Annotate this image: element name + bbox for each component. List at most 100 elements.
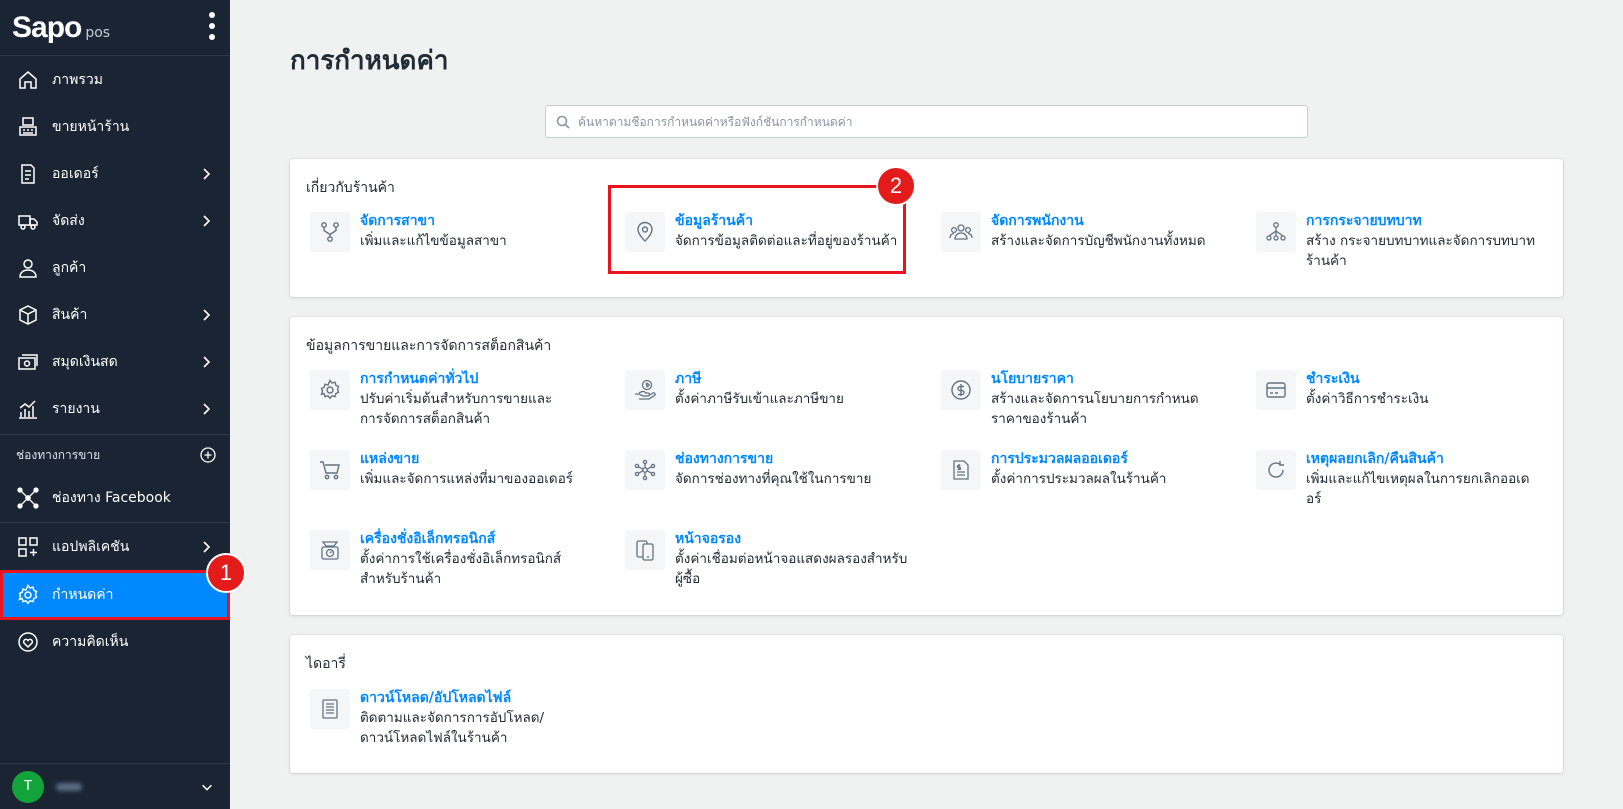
sidebar-item-overview[interactable]: ภาพรวม (0, 57, 230, 103)
cashbook-icon (16, 350, 40, 374)
sidebar-item-apps[interactable]: แอปพลิเคชัน (0, 524, 230, 570)
tile-desc: ตั้งค่าเชื่อมต่อหน้าจอแสดงผลรองสำหรับผู้… (675, 551, 908, 587)
file-list-icon (310, 689, 350, 729)
sidebar-item-feedback[interactable]: ความคิดเห็น (0, 619, 230, 665)
role-hierarchy-icon (1256, 212, 1296, 252)
sidebar-item-cashbook[interactable]: สมุดเงินสด (0, 339, 230, 385)
tile-desc: สร้างและจัดการบัญชีพนักงานทั้งหมด (991, 233, 1206, 249)
gear-icon (310, 370, 350, 410)
card-title: ข้อมูลการขายและการจัดการสต็อกสินค้า (306, 338, 552, 354)
tile-desc: สร้างและจัดการนโยบายการกำหนดราคาของร้านค… (991, 391, 1199, 427)
username-blurred (56, 782, 82, 791)
tile-title[interactable]: จัดการพนักงาน (991, 210, 1084, 232)
tile-desc: ปรับค่าเริ่มต้นสำหรับการขายและการจัดการส… (360, 391, 553, 427)
chevron-right-icon (203, 215, 211, 227)
branch-icon (310, 212, 350, 252)
feedback-heart-icon (16, 630, 40, 654)
cart-icon (310, 450, 350, 490)
card-title: เกี่ยวกับร้านค้า (306, 180, 395, 196)
tile-title[interactable]: เครื่องชั่งอิเล็กทรอนิกส์ (360, 528, 495, 550)
report-chart-icon (16, 397, 40, 421)
refresh-icon (1256, 450, 1296, 490)
chevron-right-icon (203, 309, 211, 321)
account-menu[interactable]: T (0, 763, 230, 809)
tile-desc: ตั้งค่าการใช้เครื่องชั่งอิเล็กทรอนิกส์สำ… (360, 551, 562, 587)
network-icon (625, 450, 665, 490)
sidebar-item-products[interactable]: สินค้า (0, 292, 230, 338)
credit-card-icon (1256, 370, 1296, 410)
tile-title[interactable]: การประมวลผลออเดอร์ (991, 448, 1128, 470)
page-title: การกำหนดค่า (290, 46, 449, 76)
tile-desc: ตั้งค่าวิธีการชำระเงิน (1306, 391, 1429, 407)
product-box-icon (16, 303, 40, 327)
customer-icon (16, 256, 40, 280)
sidebar-item-orders[interactable]: ออเดอร์ (0, 151, 230, 197)
tile-title[interactable]: ช่องทางการขาย (675, 448, 773, 470)
divider (0, 434, 230, 435)
sidebar-item-reports[interactable]: รายงาน (0, 386, 230, 432)
pos-register-icon (16, 115, 40, 139)
sidebar-item-label: ภาพรวม (52, 72, 103, 88)
tile-title[interactable]: จัดการสาขา (360, 210, 435, 232)
apps-grid-icon (16, 535, 40, 559)
tile-title[interactable]: เหตุผลยกเลิก/คืนสินค้า (1306, 448, 1444, 470)
search-icon (556, 115, 570, 129)
tile-desc: จัดการช่องทางที่คุณใช้ในการขาย (675, 471, 872, 487)
tile-desc: เพิ่มและแก้ไขข้อมูลสาขา (360, 233, 507, 249)
tile-title[interactable]: ภาษี (675, 368, 701, 390)
sidebar-item-label: แอปพลิเคชัน (52, 539, 130, 555)
tile-desc: ตั้งค่าการประมวลผลในร้านค้า (991, 471, 1167, 487)
order-document-icon (16, 162, 40, 186)
sidebar-header: Sapo pos (0, 0, 230, 56)
sidebar-item-label: สินค้า (52, 307, 88, 323)
highlight-box-store-info (608, 185, 906, 274)
step-badge-2: 2 (876, 166, 916, 206)
sidebar-item-label: ความคิดเห็น (52, 634, 129, 650)
more-menu-icon[interactable] (208, 12, 216, 40)
add-channel-icon[interactable] (200, 447, 216, 463)
order-process-icon (941, 450, 981, 490)
tile-title[interactable]: นโยบายราคา (991, 368, 1074, 390)
tile-desc: ตั้งค่าภาษีรับเข้าและภาษีขาย (675, 391, 844, 407)
chevron-right-icon (203, 403, 211, 415)
tile-title[interactable]: หน้าจอรอง (675, 528, 741, 550)
tile-title[interactable]: การกำหนดค่าทั่วไป (360, 368, 478, 390)
chevron-down-icon (202, 784, 212, 791)
sidebar-item-pos[interactable]: ขายหน้าร้าน (0, 104, 230, 150)
chevron-right-icon (203, 541, 211, 553)
tile-desc: ติดตามและจัดการการอัปโหลด/ดาวน์โหลดไฟล์ใ… (360, 710, 545, 746)
delivery-truck-icon (16, 209, 40, 233)
home-icon (16, 68, 40, 92)
tile-title[interactable]: แหล่งขาย (360, 448, 419, 470)
chevron-right-icon (203, 168, 211, 180)
staff-group-icon (941, 212, 981, 252)
sidebar-item-customers[interactable]: ลูกค้า (0, 245, 230, 291)
sidebar-item-label: จัดส่ง (52, 213, 85, 229)
tax-hand-icon (625, 370, 665, 410)
tile-desc: เพิ่มและแก้ไขเหตุผลในการยกเลิกออเดอร์ (1306, 471, 1530, 507)
logo[interactable]: Sapo (12, 11, 82, 45)
sidebar-item-label: ลูกค้า (52, 260, 87, 276)
facebook-channel-icon (16, 486, 40, 510)
sidebar-item-shipping[interactable]: จัดส่ง (0, 198, 230, 244)
search-box[interactable] (545, 105, 1308, 138)
sidebar-item-facebook[interactable]: ช่องทาง Facebook (0, 475, 230, 521)
card-sales-stock: ข้อมูลการขายและการจัดการสต็อกสินค้า การก… (290, 317, 1563, 615)
tile-desc: สร้าง กระจายบทบาทและจัดการบทบาทร้านค้า (1306, 233, 1535, 269)
card-store: เกี่ยวกับร้านค้า จัดการสาขา เพิ่มและแก้ไ… (290, 159, 1563, 297)
sales-channels-heading: ช่องทางการขาย (16, 448, 101, 462)
step-badge-1: 1 (206, 553, 246, 593)
highlight-box-settings (0, 570, 230, 620)
avatar: T (12, 770, 44, 803)
sidebar-item-label: ออเดอร์ (52, 166, 99, 182)
tile-title[interactable]: ดาวน์โหลด/อัปโหลดไฟล์ (360, 687, 511, 709)
second-screen-icon (625, 530, 665, 570)
search-input[interactable] (578, 114, 1278, 129)
tile-title[interactable]: ชำระเงิน (1306, 368, 1360, 390)
sidebar: Sapo pos ภาพรวม ขายหน้าร้าน ออเดอร์ จัดส… (0, 0, 230, 809)
tile-desc: เพิ่มและจัดการแหล่งที่มาของออเดอร์ (360, 471, 574, 487)
card-title: ไดอารี่ (306, 656, 346, 672)
tile-title[interactable]: การกระจายบทบาท (1306, 210, 1422, 232)
sidebar-item-label: ช่องทาง Facebook (52, 490, 171, 506)
divider (0, 522, 230, 523)
